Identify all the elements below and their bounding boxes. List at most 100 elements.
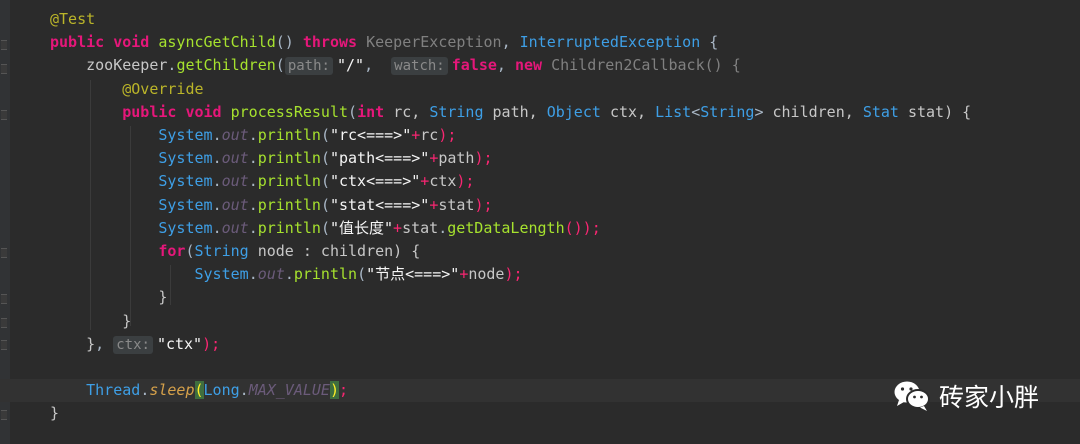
code-token: + bbox=[393, 218, 403, 237]
code-token: String bbox=[429, 102, 493, 121]
code-token: ); bbox=[438, 126, 457, 144]
code-line[interactable]: System.out.println("值长度"+stat.getDataLen… bbox=[0, 217, 1080, 240]
code-line[interactable]: System.out.println("stat<===>"+stat); bbox=[0, 194, 1080, 217]
code-token: ); bbox=[474, 195, 493, 214]
code-token: } bbox=[50, 288, 168, 307]
code-token: System bbox=[50, 149, 213, 168]
code-token: void bbox=[113, 33, 159, 52]
code-line[interactable]: } bbox=[0, 310, 1080, 333]
code-token: "rc<===>" bbox=[329, 126, 412, 144]
code-token: ( bbox=[320, 195, 330, 214]
code-token: "stat<===>" bbox=[329, 195, 430, 214]
code-token: . bbox=[212, 149, 222, 168]
matched-paren: ( bbox=[194, 381, 204, 400]
code-token: } bbox=[50, 311, 132, 330]
code-token: ( bbox=[320, 172, 330, 191]
code-token: processResult bbox=[230, 102, 349, 121]
code-line[interactable]: @Override bbox=[0, 78, 1080, 101]
code-token: . bbox=[140, 381, 150, 400]
code-token: System bbox=[50, 218, 213, 237]
code-token: . bbox=[212, 126, 222, 144]
code-token: . bbox=[239, 381, 249, 400]
code-token: > bbox=[754, 102, 773, 121]
code-token: String bbox=[194, 242, 258, 260]
code-line[interactable]: }, ctx: "ctx"); bbox=[0, 333, 1080, 356]
code-token: ()); bbox=[564, 218, 601, 237]
code-token: . bbox=[212, 195, 222, 214]
code-line[interactable]: zooKeeper.getChildren(path: "/", watch: fa… bbox=[0, 54, 1080, 77]
code-token: () { bbox=[704, 56, 741, 75]
code-token: ); bbox=[474, 149, 493, 168]
code-token: "值长度" bbox=[329, 218, 394, 237]
code-token: . bbox=[212, 172, 222, 191]
code-token: . bbox=[248, 172, 258, 191]
code-token: . bbox=[248, 265, 258, 284]
code-token: InterruptedException bbox=[519, 33, 701, 52]
code-token: System bbox=[50, 126, 213, 144]
code-token: "/" bbox=[336, 56, 365, 75]
code-token: } bbox=[50, 404, 60, 423]
code-token: Children2Callback bbox=[551, 56, 705, 75]
code-token: rc, bbox=[393, 102, 430, 121]
code-token: System bbox=[50, 265, 249, 284]
code-token: ); bbox=[504, 265, 523, 284]
code-token: ctx, bbox=[609, 102, 656, 121]
code-token: node bbox=[468, 265, 505, 284]
code-token: () bbox=[275, 33, 303, 52]
code-line[interactable]: System.out.println("节点<===>"+node); bbox=[0, 263, 1080, 286]
code-token: } bbox=[50, 334, 96, 353]
code-token: + bbox=[411, 126, 421, 144]
code-line[interactable]: public void asyncGetChild() throws Keepe… bbox=[0, 31, 1080, 54]
code-token: ; bbox=[339, 381, 349, 400]
code-token: @Test bbox=[50, 10, 96, 28]
code-token: asyncGetChild bbox=[158, 33, 276, 52]
code-token: . bbox=[248, 195, 258, 214]
code-token: . bbox=[248, 149, 258, 168]
code-line[interactable]: } bbox=[0, 286, 1080, 309]
code-token: ); bbox=[456, 172, 475, 191]
code-line[interactable]: for(String node : children) { bbox=[0, 240, 1080, 263]
code-token: "ctx<===>" bbox=[329, 172, 421, 191]
parameter-hint: ctx: bbox=[113, 335, 153, 354]
code-token: Object bbox=[546, 102, 610, 121]
code-line[interactable]: System.out.println("ctx<===>"+ctx); bbox=[0, 170, 1080, 193]
code-token: . bbox=[438, 218, 448, 237]
code-token: MAX_VALUE bbox=[248, 381, 330, 400]
code-token: stat bbox=[402, 218, 439, 237]
wechat-icon bbox=[894, 381, 930, 411]
code-token: println bbox=[257, 195, 321, 214]
parameter-hint: path: bbox=[284, 57, 333, 76]
code-token: ( bbox=[320, 126, 330, 144]
code-token: List bbox=[655, 102, 692, 121]
code-token: ( bbox=[185, 242, 195, 260]
code-token: + bbox=[420, 172, 430, 191]
watermark: 砖家小胖 bbox=[893, 376, 1039, 416]
code-token: + bbox=[429, 195, 439, 214]
code-token: rc bbox=[420, 126, 439, 144]
code-token: System bbox=[50, 195, 213, 214]
code-token: "节点<===>" bbox=[366, 265, 460, 284]
code-token: for bbox=[50, 242, 186, 260]
code-line[interactable]: public void processResult(int rc, String… bbox=[0, 101, 1080, 124]
code-token: "ctx" bbox=[156, 334, 203, 353]
code-line[interactable]: System.out.println("rc<===>"+rc); bbox=[0, 124, 1080, 147]
code-line[interactable]: @Test bbox=[0, 8, 1080, 31]
code-token: ( bbox=[320, 149, 330, 168]
code-token: ); bbox=[202, 334, 221, 353]
code-token: @Override bbox=[50, 79, 204, 98]
code-token: println bbox=[257, 126, 321, 144]
code-token: ( bbox=[275, 56, 285, 75]
code-token: path, bbox=[492, 102, 547, 121]
code-token: < bbox=[691, 102, 701, 121]
code-token: ( bbox=[320, 218, 330, 237]
code-token: . bbox=[248, 126, 258, 144]
code-token: System bbox=[50, 172, 213, 191]
code-line[interactable]: System.out.println("path<===>"+path); bbox=[0, 147, 1080, 170]
code-token: node : children) { bbox=[257, 242, 421, 260]
code-token: ( bbox=[348, 102, 358, 121]
code-token: false bbox=[451, 56, 497, 75]
code-token: out bbox=[257, 265, 285, 284]
code-token: println bbox=[257, 172, 321, 191]
code-token: , bbox=[95, 334, 114, 353]
code-token: ( bbox=[357, 265, 367, 284]
